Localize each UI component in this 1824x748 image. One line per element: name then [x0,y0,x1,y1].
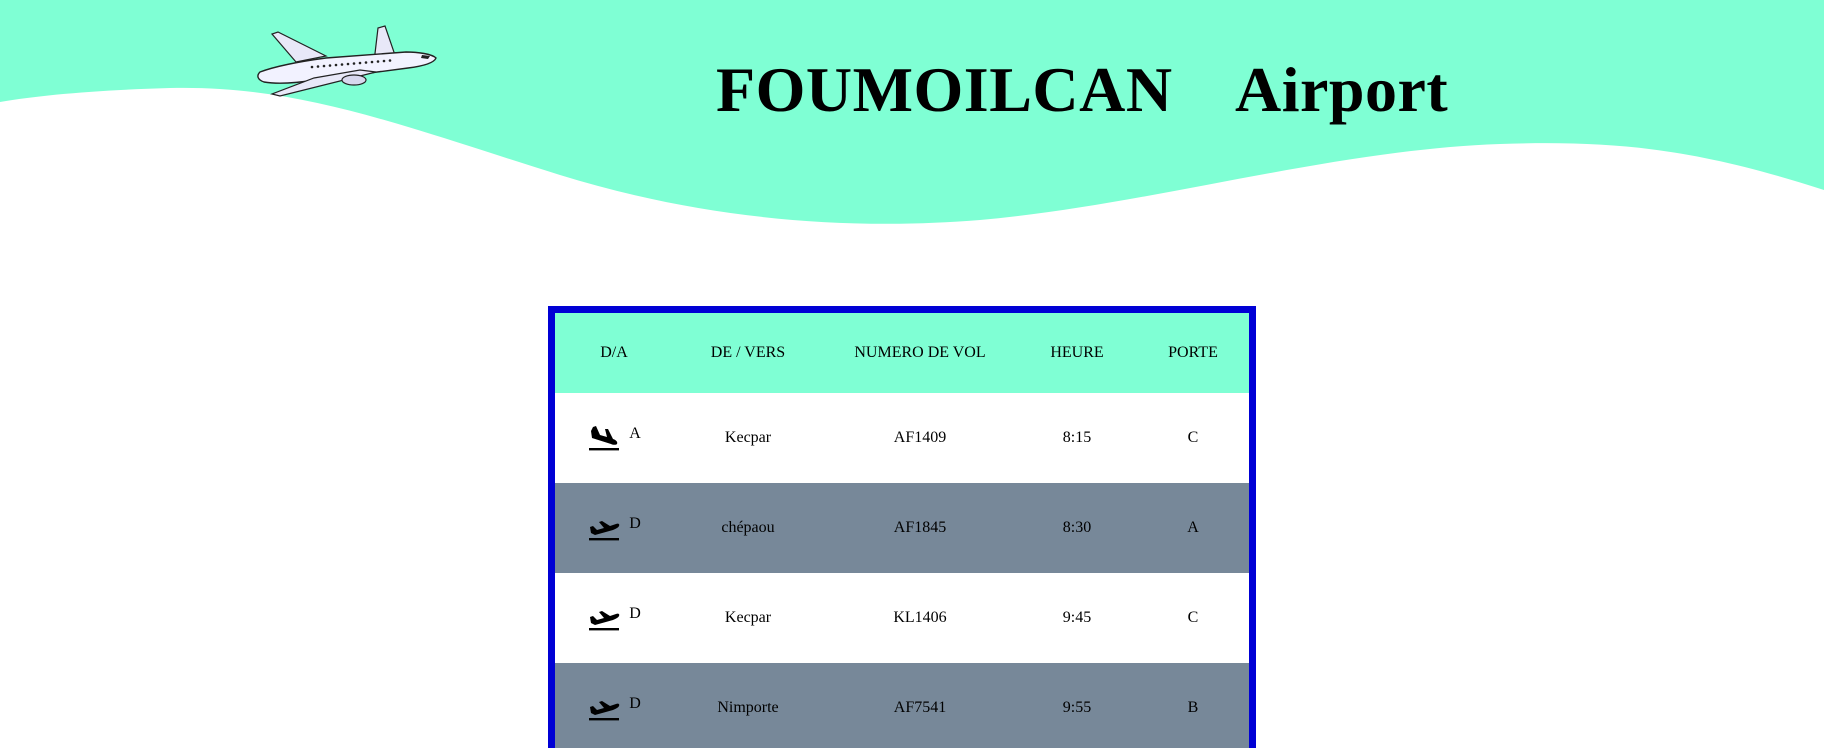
cell-da: A [555,393,673,483]
flight-board: D/A DE / VERS NUMERO DE VOL HEURE PORTE [548,306,1256,748]
cell-from-to: Kecpar [724,609,772,626]
cell-flight-number: AF1409 [893,429,947,446]
cell-flight-number: AF1845 [893,519,947,536]
cell-time: 9:45 [1062,609,1092,626]
cell-from-to: chépaou [721,519,775,536]
cell-from-to: Nimporte [717,699,779,716]
cell-gate: A [1187,519,1199,536]
page: FOUMOILCAN Airport D/A DE / VERS NUMERO … [0,0,1824,748]
cell-gate: B [1187,699,1199,716]
departure-icon [589,611,620,631]
cell-flight-number: AF7541 [893,699,947,716]
column-header-flight-number: NUMERO DE VOL [854,344,986,361]
table-row: D Kecpar KL1406 9:45 C [555,573,1249,663]
departure-icon [589,701,620,721]
cell-time: 8:15 [1062,429,1092,446]
cell-gate: C [1187,429,1199,446]
cell-da: D [555,573,673,663]
page-title: FOUMOILCAN Airport [716,54,1449,125]
column-header-gate: PORTE [1168,344,1218,361]
table-header-row: D/A DE / VERS NUMERO DE VOL HEURE PORTE [555,313,1249,393]
cell-time: 8:30 [1062,519,1092,536]
table-row: A Kecpar AF1409 8:15 C [555,393,1249,483]
flights-table: D/A DE / VERS NUMERO DE VOL HEURE PORTE [555,313,1249,748]
cell-flight-number: KL1406 [893,609,947,626]
arrival-icon [589,426,620,451]
column-header-da: D/A [600,344,628,361]
table-row: D Nimporte AF7541 9:55 B [555,663,1249,748]
departure-icon [589,521,620,541]
cell-gate: C [1187,609,1199,626]
column-header-from-to: DE / VERS [710,344,786,361]
cell-da: D [555,663,673,748]
airplane-icon [257,25,437,97]
table-row: D chépaou AF1845 8:30 A [555,483,1249,573]
cell-da: D [555,483,673,573]
column-header-time: HEURE [1050,344,1104,361]
cell-time: 9:55 [1062,699,1092,716]
cell-from-to: Kecpar [724,429,772,446]
